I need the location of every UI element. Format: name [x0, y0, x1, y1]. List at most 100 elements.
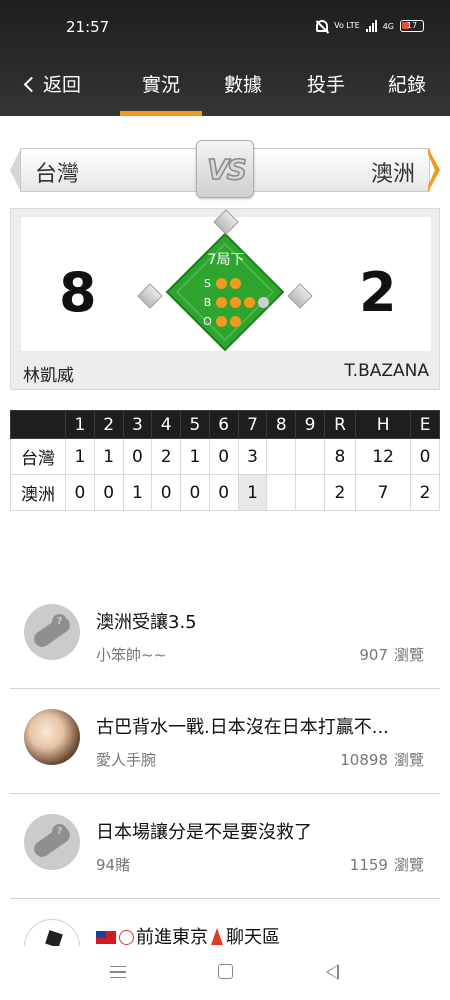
tokyo-tower-icon: [211, 928, 223, 945]
team-cell: 澳洲: [10, 474, 66, 511]
header-cell: [10, 410, 66, 439]
mute-icon: [316, 20, 329, 32]
home-icon[interactable]: [218, 964, 233, 979]
header-cell: 4: [151, 410, 182, 439]
linescore-table: 1 2 3 4 5 6 7 8 9 R H E 台灣 1 1 0 2 1 0 3…: [10, 410, 440, 511]
errors-cell: 2: [410, 474, 440, 511]
strike-dot: [216, 278, 227, 289]
battery-icon: 17: [400, 20, 424, 32]
strike-count: S: [202, 277, 241, 290]
back-label: 返回: [43, 74, 82, 96]
home-team-name: 澳洲: [370, 162, 415, 187]
inning-label: 7局下: [207, 252, 245, 268]
list-item[interactable]: ? 澳洲受讓3.5 小笨帥~~ 907 瀏覽: [10, 584, 440, 689]
inning-cell: 1: [180, 438, 210, 475]
chevron-left-icon: [23, 76, 40, 92]
header-cell: R: [323, 410, 357, 439]
ball-dot: [244, 297, 255, 308]
top-nav: 返回 實況 數據 投手 紀錄: [0, 56, 450, 116]
vs-badge: VS: [196, 140, 254, 198]
header-cell: 7: [237, 410, 268, 439]
inning-cell: [266, 474, 297, 511]
list-item[interactable]: 古巴背水一戰.日本沒在日本打贏不... 愛人手腕 10898 瀏覽: [10, 689, 440, 794]
header-cell: E: [410, 410, 440, 439]
linescore-header: 1 2 3 4 5 6 7 8 9 R H E: [10, 410, 440, 439]
baseball-icon: [119, 930, 134, 945]
tab-records[interactable]: 紀錄: [388, 70, 426, 97]
network-label: 4G: [382, 21, 394, 31]
inning-cell: 0: [208, 474, 239, 511]
back-triangle-icon[interactable]: [326, 964, 339, 980]
inning-cell: 0: [151, 474, 182, 511]
out-dot: [216, 316, 227, 327]
ball-dot: [258, 297, 269, 308]
post-author: 94賭: [96, 856, 131, 874]
out-dot: [230, 316, 241, 327]
header-cell: 2: [93, 410, 124, 439]
post-views: 907 瀏覽: [359, 646, 424, 664]
away-team-name: 台灣: [35, 162, 80, 187]
hits-cell: 7: [355, 474, 412, 511]
post-title: 日本場讓分是不是要沒救了: [96, 822, 312, 843]
ball-label: B: [203, 296, 212, 309]
table-row: 澳洲 0 0 1 0 0 0 1 2 7 2: [10, 474, 440, 511]
inning-cell: 0: [208, 438, 239, 475]
status-icons: Vo LTE 4G 17: [316, 20, 424, 32]
tab-live[interactable]: 實況: [142, 70, 180, 97]
vs-text: VS: [206, 152, 247, 187]
ball-count: B: [202, 296, 269, 309]
discussion-list: ? 澳洲受讓3.5 小笨帥~~ 907 瀏覽 古巴背水一戰.日本沒在日本打贏不..…: [10, 584, 440, 959]
header-cell: 5: [180, 410, 210, 439]
table-row: 台灣 1 1 0 2 1 0 3 8 12 0: [10, 438, 440, 475]
ball-dot: [230, 297, 241, 308]
inning-cell: 2: [151, 438, 182, 475]
strike-label: S: [204, 277, 211, 290]
menu-icon[interactable]: [110, 966, 126, 978]
placeholder-avatar-icon: ?: [24, 814, 80, 870]
tab-pitchers[interactable]: 投手: [307, 70, 345, 97]
inning-cell: [295, 474, 325, 511]
runs-cell: 8: [323, 438, 357, 475]
header-cell: 3: [122, 410, 153, 439]
header-cell: 6: [208, 410, 239, 439]
inning-cell: 3: [237, 438, 268, 475]
inning-cell: 1: [65, 438, 95, 475]
inning-cell: 0: [93, 474, 124, 511]
inning-cell: 0: [180, 474, 210, 511]
home-team-bar: 澳洲: [245, 148, 430, 192]
list-item[interactable]: ? 日本場讓分是不是要沒救了 94賭 1159 瀏覽: [10, 794, 440, 899]
signal-icon: [365, 20, 377, 32]
post-views: 1159 瀏覽: [349, 856, 424, 874]
team-cell: 台灣: [10, 438, 66, 475]
matchup-banner: 台灣 澳洲 VS: [0, 118, 450, 208]
placeholder-avatar-icon: ?: [24, 604, 80, 660]
status-bar: 21:57 Vo LTE 4G 17: [0, 0, 450, 56]
right-arrow-tip: [428, 148, 440, 192]
post-author: 小笨帥~~: [96, 646, 167, 664]
inning-cell: 1: [122, 474, 153, 511]
away-score: 8: [59, 261, 97, 324]
errors-cell: 0: [410, 438, 440, 475]
volte-icon: Vo LTE: [334, 21, 360, 30]
home-pitcher: T.BAZANA: [344, 361, 429, 381]
runs-cell: 2: [323, 474, 357, 511]
active-tab-indicator: [120, 111, 202, 116]
current-inning-cell: 1: [237, 474, 268, 511]
post-title: 澳洲受讓3.5: [96, 612, 197, 633]
inning-cell: 0: [65, 474, 95, 511]
inning-cell: 0: [122, 438, 153, 475]
header-cell: 9: [295, 410, 325, 439]
clock: 21:57: [66, 18, 110, 36]
back-button[interactable]: 返回: [23, 70, 82, 97]
hits-cell: 12: [355, 438, 412, 475]
header-cell: 1: [65, 410, 95, 439]
inning-cell: 1: [93, 438, 124, 475]
system-nav-bar: [0, 946, 450, 1000]
post-views: 10898 瀏覽: [340, 751, 424, 769]
away-pitcher: 林凱威: [23, 366, 74, 386]
header-cell: 8: [266, 410, 297, 439]
avatar: [24, 709, 80, 765]
tab-stats[interactable]: 數據: [224, 70, 262, 97]
out-label: O: [203, 315, 212, 328]
post-author: 愛人手腕: [96, 751, 157, 769]
